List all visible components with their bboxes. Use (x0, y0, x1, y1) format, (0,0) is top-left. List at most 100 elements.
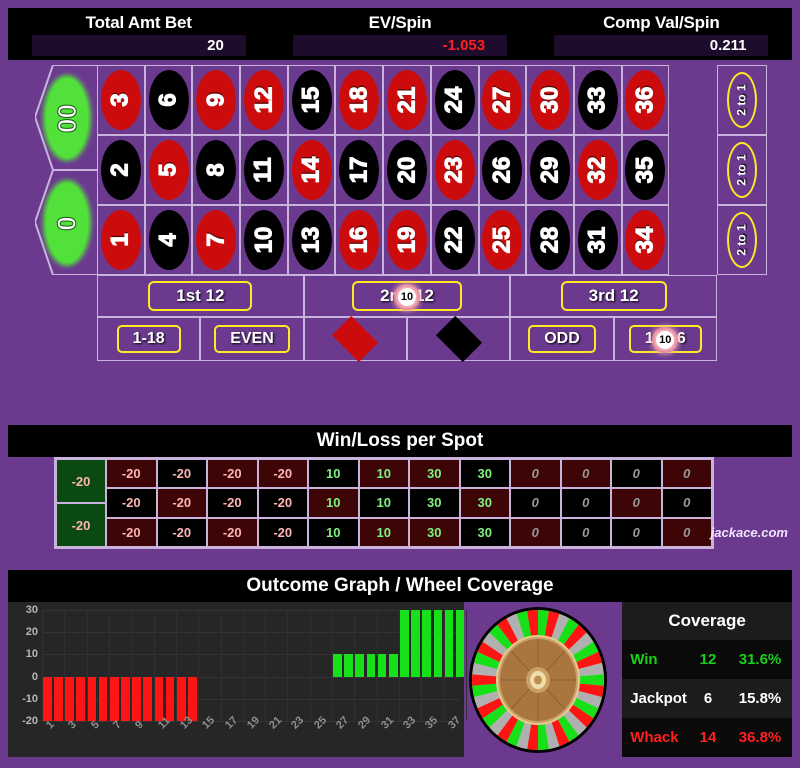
number-oval: 14 (291, 140, 332, 200)
bet-spot-31[interactable]: 31 (573, 205, 622, 275)
column-bet-1[interactable]: 2 to 1 (717, 65, 767, 135)
x-axis-tick: 7 (110, 718, 124, 732)
coverage-rows: Win 12 31.6% Jackpot 6 15.8% Whack 14 36.8% (622, 640, 793, 757)
chart-bar (65, 676, 74, 721)
number-oval: 20 (386, 140, 427, 200)
bet-spot-label: 21 (392, 86, 420, 114)
outside-bet-red[interactable] (303, 315, 407, 363)
stat-value: -1.053 (292, 34, 508, 56)
win-loss-cell: 0 (510, 459, 561, 489)
coverage-title: Coverage (668, 611, 746, 630)
bet-spot-22[interactable]: 22 (430, 205, 479, 275)
chart-bar (176, 676, 186, 721)
win-loss-cell: 10 (358, 517, 409, 547)
bet-spot-14[interactable]: 14 (287, 135, 336, 205)
bet-spot-label: 22 (440, 226, 468, 254)
bet-spot-34[interactable]: 34 (621, 205, 670, 275)
bet-spot-29[interactable]: 29 (526, 135, 574, 205)
win-loss-cell: -20 (106, 459, 157, 489)
zero-bet-zone: 00 0 (35, 65, 97, 275)
win-loss-cell: 0 (611, 517, 662, 547)
bet-spot-15[interactable]: 15 (287, 65, 336, 135)
bet-spot-00[interactable]: 00 (35, 65, 97, 170)
outside-bet-19-36[interactable]: 19-3610 (613, 317, 717, 361)
bet-chip[interactable]: 10 (394, 284, 420, 310)
bet-spot-label: 7 (202, 233, 230, 247)
outside-bet-odd[interactable]: ODD (510, 317, 614, 361)
gridline-vertical (220, 610, 222, 721)
bet-spot-label: 19 (392, 226, 420, 254)
bet-spot-35[interactable]: 35 (621, 135, 670, 205)
bet-spot-17[interactable]: 17 (335, 135, 384, 205)
bet-spot-27[interactable]: 27 (478, 65, 527, 135)
bet-spot-label: 9 (202, 93, 230, 107)
bet-spot-19[interactable]: 19 (383, 205, 431, 275)
bet-spot-label: 14 (297, 156, 325, 184)
bet-spot-16[interactable]: 16 (335, 205, 384, 275)
bet-spot-10[interactable]: 10 (240, 205, 288, 275)
bet-spot-11[interactable]: 11 (240, 135, 288, 205)
bet-spot-label: 15 (297, 86, 325, 114)
bet-spot-label: 28 (535, 226, 564, 254)
win-loss-cell: -20 (207, 459, 258, 489)
dozen-bet-3rd-12[interactable]: 3rd 12 (510, 275, 718, 317)
win-loss-cell: -20 (106, 488, 157, 518)
chart-bar (433, 610, 443, 677)
chart-bar (188, 676, 197, 721)
bet-spot-26[interactable]: 26 (478, 135, 527, 205)
number-oval: 23 (434, 140, 475, 200)
bet-spot-20[interactable]: 20 (383, 135, 431, 205)
chart-bar (143, 676, 153, 721)
bet-spot-2[interactable]: 2 (97, 135, 145, 205)
bet-spot-7[interactable]: 7 (192, 205, 241, 275)
chart-bar (366, 654, 376, 677)
bet-spot-36[interactable]: 36 (621, 65, 670, 135)
number-oval: 36 (625, 70, 666, 130)
bet-spot-12[interactable]: 12 (240, 65, 288, 135)
win-loss-row: -20 -20 -20 -20 10 10 30 30 0 0 0 0 (106, 459, 712, 489)
bet-spot-3[interactable]: 3 (97, 65, 145, 135)
outside-bet-1-18[interactable]: 1-18 (97, 317, 201, 361)
outside-bet-even[interactable]: EVEN (200, 317, 304, 361)
bet-spot-label: 36 (631, 86, 659, 114)
dozen-bet-2nd-12[interactable]: 2nd 1210 (303, 275, 511, 317)
x-axis-tick: 1 (44, 718, 57, 732)
bet-spot-1[interactable]: 1 (97, 205, 145, 275)
bet-spot-32[interactable]: 32 (573, 135, 622, 205)
bet-spot-9[interactable]: 9 (192, 65, 241, 135)
bet-spot-6[interactable]: 6 (144, 65, 193, 135)
stat-comp-val-per-spin: Comp Val/Spin 0.211 (531, 8, 792, 60)
dozen-bet-1st-12[interactable]: 1st 12 (97, 275, 304, 317)
stat-title: EV/Spin (368, 12, 432, 32)
outside-bet-black[interactable] (406, 315, 511, 363)
bet-spot-24[interactable]: 24 (430, 65, 479, 135)
graph-y-axis: 30 20 10 0 -10 -20 (8, 602, 42, 757)
gridline-vertical (198, 610, 200, 721)
number-oval: 25 (482, 210, 523, 270)
coverage-percent: 15.8% (728, 679, 793, 718)
bet-spot-8[interactable]: 8 (192, 135, 241, 205)
bet-spot-13[interactable]: 13 (287, 205, 336, 275)
y-axis-tick: 30 (25, 604, 38, 616)
bet-spot-5[interactable]: 5 (144, 135, 193, 205)
bet-spot-18[interactable]: 18 (335, 65, 384, 135)
column-bet-3[interactable]: 2 to 1 (717, 205, 767, 275)
bet-spot-28[interactable]: 28 (526, 205, 574, 275)
column-bet-2[interactable]: 2 to 1 (717, 135, 767, 205)
bet-spot-30[interactable]: 30 (526, 65, 574, 135)
bet-spot-23[interactable]: 23 (430, 135, 479, 205)
bet-spot-25[interactable]: 25 (478, 205, 527, 275)
number-oval: 7 (196, 210, 237, 270)
win-loss-panel: Win/Loss per Spot -20 -20 -20 -20 -20 -20 10… (8, 425, 792, 555)
win-loss-title: Win/Loss per Spot (8, 425, 792, 457)
bet-spot-21[interactable]: 21 (383, 65, 431, 135)
bet-spot-4[interactable]: 4 (144, 205, 193, 275)
win-loss-cell: 0 (560, 517, 611, 547)
bet-spot-label: 1 (106, 233, 134, 247)
number-grid-row: 2 5 8 11 14 17 20 23 26 29 32 35 (97, 135, 717, 205)
bet-spot-33[interactable]: 33 (573, 65, 622, 135)
win-loss-cell: 0 (661, 488, 712, 518)
chart-bar (444, 610, 454, 677)
bet-spot-0[interactable]: 0 (35, 170, 97, 275)
coverage-row-whack: Whack 14 36.8% (622, 718, 793, 757)
